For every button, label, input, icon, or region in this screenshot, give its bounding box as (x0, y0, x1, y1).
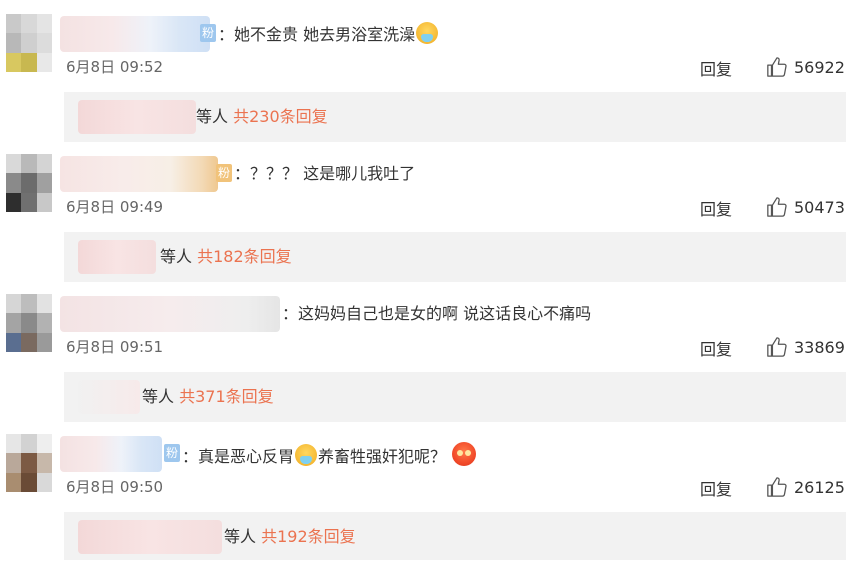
comment-1: 粉 ：她不金贵 她去男浴室洗澡 6月8日 09:52 回复 56922 等人 共… (0, 0, 858, 142)
reply-button[interactable]: 回复 (700, 196, 732, 220)
avatar[interactable] (6, 434, 52, 492)
comment-text-part1: ：真是恶心反胃 (182, 447, 295, 466)
vomit-emoji (295, 444, 318, 466)
avatar[interactable] (6, 14, 52, 72)
comment-text-content: ：她不金贵 她去男浴室洗澡 (218, 25, 416, 44)
sub-reply-box[interactable]: 等人 共371条回复 (64, 372, 846, 422)
thumbs-up-icon (767, 337, 787, 357)
view-replies-link[interactable]: 共182条回复 (197, 247, 292, 266)
reply-button[interactable]: 回复 (700, 476, 732, 500)
fan-badge: 粉 (216, 164, 233, 182)
like-count: 33869 (794, 337, 845, 357)
like-count: 26125 (794, 477, 845, 497)
comment-time: 6月8日 09:51 (66, 338, 164, 356)
sub-suffix: 等人 (160, 247, 193, 266)
username-blurred[interactable] (60, 156, 218, 192)
angry-emoji (452, 442, 477, 466)
avatar[interactable] (6, 154, 52, 212)
comment-text: ：这妈妈自己也是女的啊 说这话良心不痛吗 (282, 302, 591, 326)
sub-username-blurred (78, 100, 196, 134)
comment-text: ：？？？ 这是哪儿我吐了 (234, 162, 415, 186)
thumbs-up-icon (767, 477, 787, 497)
reply-button[interactable]: 回复 (700, 56, 732, 80)
view-replies-link[interactable]: 共371条回复 (179, 387, 274, 406)
fan-badge: 粉 (200, 24, 217, 42)
sub-reply-summary: 等人 共371条回复 (142, 386, 274, 408)
like-button[interactable]: 26125 (766, 474, 845, 500)
sub-suffix: 等人 (224, 527, 257, 546)
avatar[interactable] (6, 294, 52, 352)
comment-time: 6月8日 09:52 (66, 58, 164, 76)
sub-reply-box[interactable]: 等人 共192条回复 (64, 512, 846, 560)
like-button[interactable]: 50473 (766, 194, 845, 220)
sub-reply-summary: 等人 共192条回复 (224, 526, 356, 548)
sub-username-blurred (78, 520, 222, 554)
comment-text: ：真是恶心反胃 养畜牲强奸犯呢？ (182, 442, 477, 469)
comment-4: 粉 ：真是恶心反胃 养畜牲强奸犯呢？ 6月8日 09:50 回复 26125 等人… (0, 420, 858, 560)
thumbs-up-icon (767, 57, 787, 77)
like-button[interactable]: 33869 (766, 334, 845, 360)
comment-2: 粉 ：？？？ 这是哪儿我吐了 6月8日 09:49 回复 50473 等人 共1… (0, 140, 858, 282)
comment-time: 6月8日 09:49 (66, 198, 164, 216)
vomit-emoji (416, 22, 439, 44)
comment-text-content: ：？？？ 这是哪儿我吐了 (234, 164, 416, 183)
username-blurred[interactable] (60, 16, 210, 52)
sub-suffix: 等人 (196, 107, 229, 126)
comment-text-part2: 养畜牲强奸犯呢？ (318, 447, 447, 466)
comment-3: ：这妈妈自己也是女的啊 说这话良心不痛吗 6月8日 09:51 回复 33869… (0, 280, 858, 422)
sub-reply-summary: 等人 共182条回复 (160, 246, 292, 268)
reply-button[interactable]: 回复 (700, 336, 732, 360)
sub-reply-box[interactable]: 等人 共182条回复 (64, 232, 846, 282)
comment-text: ：她不金贵 她去男浴室洗澡 (218, 22, 439, 47)
sub-username-blurred (78, 380, 140, 414)
sub-username-blurred (78, 240, 156, 274)
thumbs-up-icon (767, 197, 787, 217)
sub-reply-box[interactable]: 等人 共230条回复 (64, 92, 846, 142)
comment-text-content: ：这妈妈自己也是女的啊 说这话良心不痛吗 (282, 304, 592, 323)
like-count: 56922 (794, 57, 845, 77)
view-replies-link[interactable]: 共192条回复 (261, 527, 356, 546)
like-button[interactable]: 56922 (766, 54, 845, 80)
comment-time: 6月8日 09:50 (66, 478, 164, 496)
sub-suffix: 等人 (142, 387, 175, 406)
fan-badge: 粉 (164, 444, 181, 462)
username-blurred[interactable] (60, 296, 280, 332)
view-replies-link[interactable]: 共230条回复 (233, 107, 328, 126)
sub-reply-summary: 等人 共230条回复 (196, 106, 328, 128)
username-blurred[interactable] (60, 436, 162, 472)
like-count: 50473 (794, 197, 845, 217)
